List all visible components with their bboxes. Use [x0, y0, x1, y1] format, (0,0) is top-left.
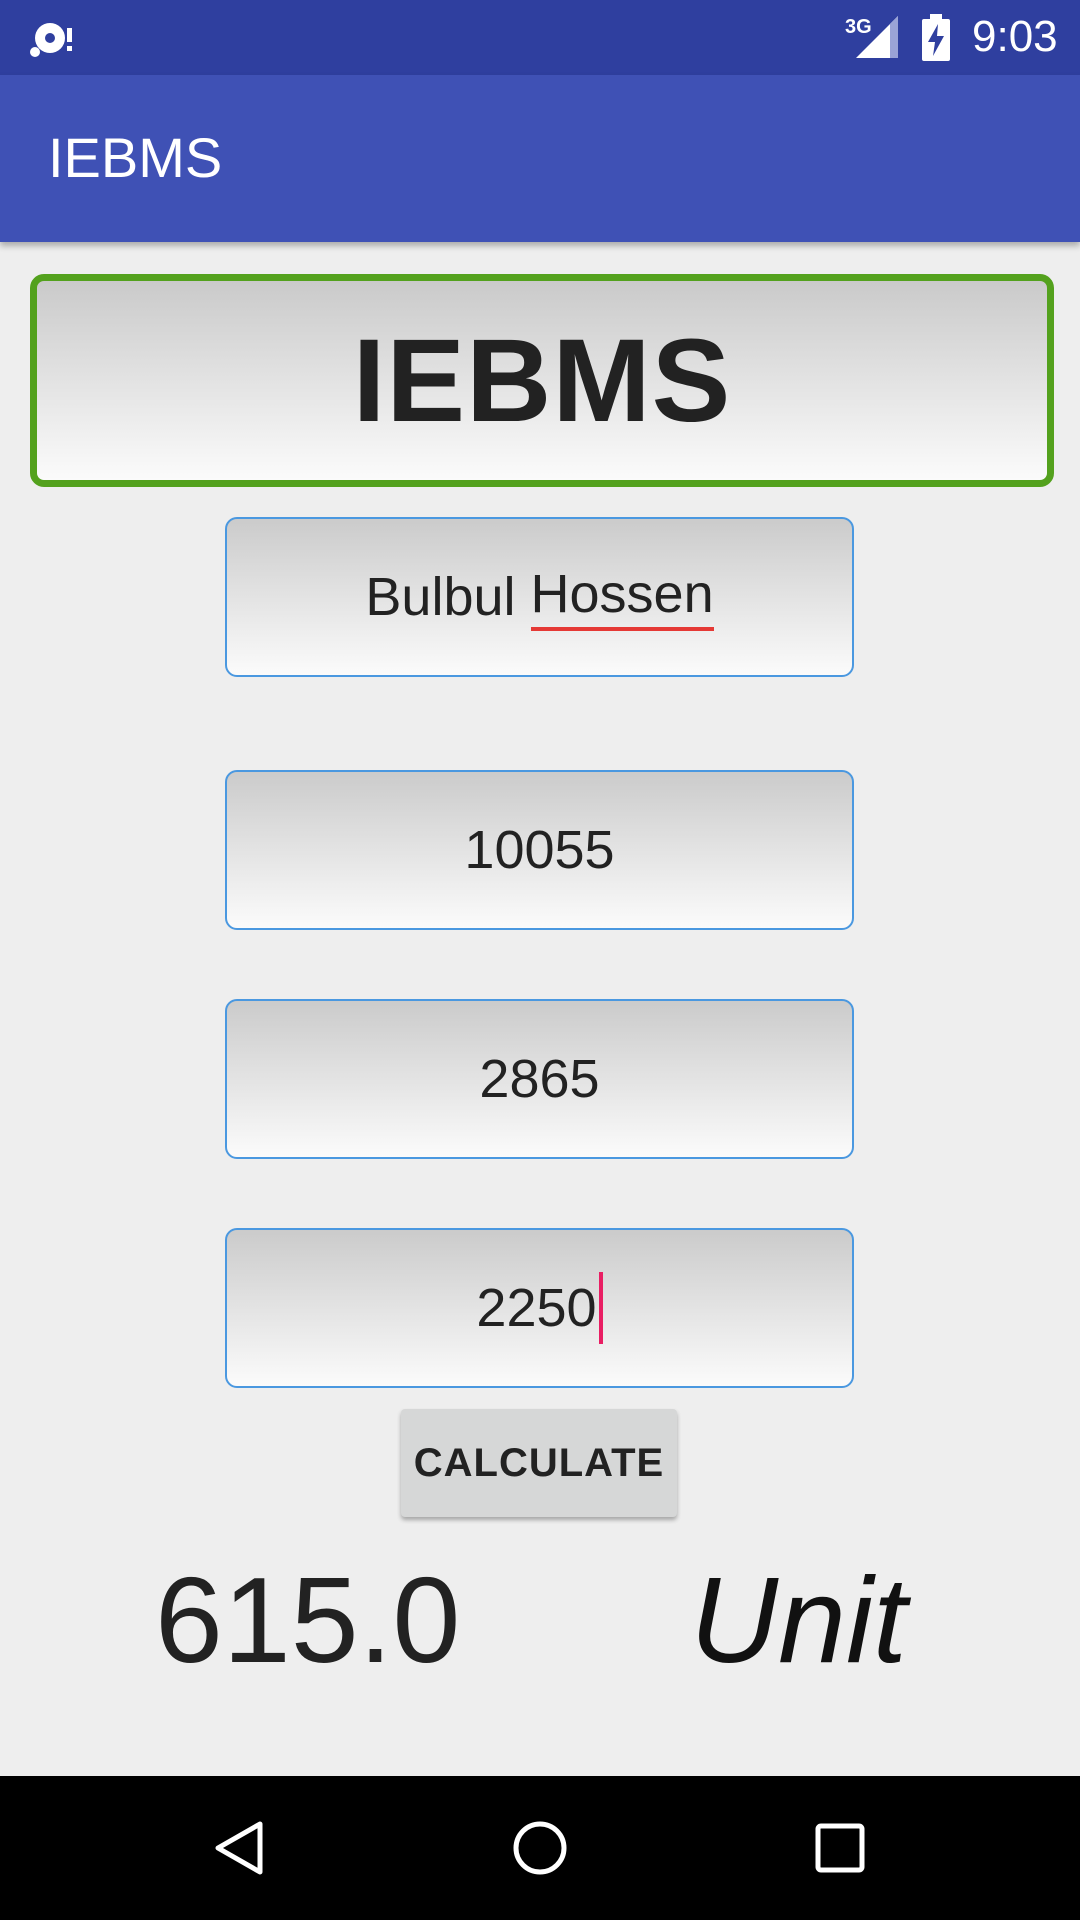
home-icon: [513, 1821, 567, 1875]
third-reading-value: 2250: [476, 1278, 597, 1338]
name-field[interactable]: Bulbul Hossen: [225, 517, 854, 677]
status-bar: 3G 9:03: [0, 0, 1080, 75]
header-title: IEBMS: [352, 314, 732, 447]
back-button[interactable]: [190, 1798, 290, 1898]
app-toolbar: IEBMS: [0, 75, 1080, 242]
text-cursor: [598, 1272, 603, 1344]
recents-icon: [815, 1823, 865, 1873]
sync-notification-icon: [30, 23, 72, 57]
third-reading-field[interactable]: 2250: [225, 1228, 854, 1388]
network-type-label: 3G: [845, 16, 872, 38]
previous-reading-value: 10055: [464, 820, 615, 880]
back-icon: [215, 1821, 263, 1875]
status-clock: 9:03: [972, 12, 1058, 61]
recents-button[interactable]: [790, 1798, 890, 1898]
previous-reading-field[interactable]: 10055: [225, 770, 854, 930]
current-reading-field[interactable]: 2865: [225, 999, 854, 1159]
home-button[interactable]: [490, 1798, 590, 1898]
app-title: IEBMS: [48, 126, 223, 189]
result-unit: Unit: [690, 1552, 907, 1688]
calculate-button[interactable]: CALCULATE: [401, 1409, 677, 1517]
current-reading-value: 2865: [479, 1049, 600, 1109]
navigation-bar: [0, 1776, 1080, 1920]
battery-charging-icon: [922, 14, 950, 61]
result-value: 615.0: [155, 1552, 461, 1688]
name-last-text: Hossen: [530, 563, 714, 631]
name-first-text: Bulbul: [365, 567, 516, 627]
header-banner: IEBMS: [30, 274, 1054, 487]
